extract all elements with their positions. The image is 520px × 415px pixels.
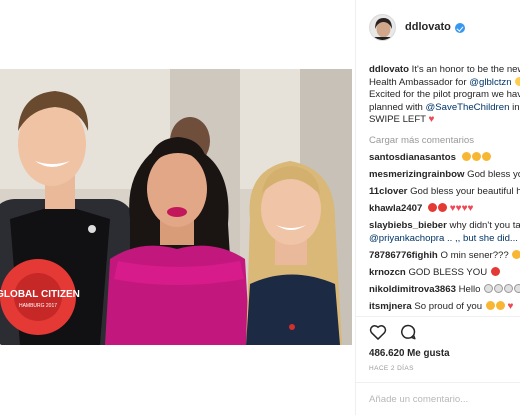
comment-item: santosdianasantos [369,151,520,164]
caption-mention-savethechildren[interactable]: @SaveTheChildren [426,102,510,113]
clapping-emoji-icon [461,151,471,161]
shirt-subtext: HAMBURG 2017 [19,303,57,309]
comment-text[interactable]: @priyankachopra .. ,, but she did... [369,233,518,244]
post-photo[interactable]: GLOBAL CITIZEN HAMBURG 2017 [0,69,352,345]
caption-line-3: Excited for the pilot program we hav [369,89,520,100]
caption-line-2: Health Ambassador for [369,76,470,88]
smiley-emoji-icon [504,283,514,293]
shirt-text: GLOBAL CITIZEN [0,289,80,300]
post-caption: ddlovato It's an honor to be the new Hea… [369,64,520,127]
avatar[interactable] [369,13,396,41]
post-media-panel: GLOBAL CITIZEN HAMBURG 2017 [0,0,355,415]
comment-text: God bless your beautiful he [410,185,520,197]
add-comment-input[interactable] [369,392,517,406]
comment-username[interactable]: slaybiebs_bieber [369,220,447,231]
caption-username[interactable]: ddlovato [369,64,409,75]
clapping-emoji-icon [481,151,491,161]
comment-text: Hello [458,283,481,295]
load-more-comments-button[interactable]: Cargar más comentarios [369,135,520,146]
crying-emoji-icon [485,300,495,310]
comment-item: itsmjnera So proud of you ♥ [369,300,520,313]
caption-line-5: SWIPE LEFT [369,114,426,125]
comment-item: 11clover God bless your beautiful he [369,186,520,198]
comment-username[interactable]: santosdianasantos [369,152,456,163]
caption-line-4: planned with [369,101,426,113]
thinking-emoji-icon [512,249,520,259]
comment-username[interactable]: 78786776fighih [369,250,438,261]
post-photo-image: GLOBAL CITIZEN HAMBURG 2017 [0,69,352,345]
comment-item: slaybiebs_bieber why didn't you tag [369,220,520,232]
caption-line-4-tail: in [509,101,520,113]
lips-emoji-icon [428,202,438,212]
comment-username[interactable]: itsmjnera [369,301,412,312]
comment-text: why didn't you tag [449,219,520,231]
comment-text: So proud of you [414,300,483,312]
post-timestamp: HACE 2 DÍAS [369,365,414,372]
post-header: ddlovato [356,0,520,54]
comment-item: 78786776fighih O min sener??? [369,249,520,262]
red-heart-icon: ♥ [467,202,474,214]
post-details-panel: ddlovato ddlovato It's an honor to be th… [355,0,520,415]
likes-count[interactable]: 486.620 Me gusta [369,348,450,359]
avatar-image [370,14,395,40]
heart-eyes-emoji-icon [495,300,505,310]
comment-text: GOD BLESS YOU [408,266,488,278]
comments-list[interactable]: ddlovato It's an honor to be the new Hea… [369,64,520,314]
comment-item: khawla2407 ♥♥♥♥ [369,202,520,215]
red-heart-icon: ♥ [428,114,435,125]
caption-line-1: It's an honor to be the new [411,64,520,75]
comment-username[interactable]: khawla2407 [369,203,422,214]
smiley-emoji-icon [484,283,494,293]
comment-username[interactable]: mesmerizingrainbow [369,169,464,180]
action-icons [368,322,418,342]
emoji-icon [515,76,520,86]
add-comment-section [356,382,520,415]
comment-username[interactable]: nikoldimitrova3863 [369,284,456,295]
post-author-username[interactable]: ddlovato [405,21,451,33]
heart-outline-icon[interactable] [368,322,388,342]
comment-bubble-icon[interactable] [398,322,418,342]
comment-continuation: @priyankachopra .. ,, but she did... [369,233,520,245]
clapping-emoji-icon [471,151,481,161]
comment-item: krnozcn GOD BLESS YOU [369,266,520,279]
comment-username[interactable]: krnozcn [369,267,406,278]
smiley-emoji-icon [494,283,504,293]
comment-username[interactable]: 11clover [369,186,407,197]
hearts-emoji-icon [490,266,500,276]
verified-badge-icon [454,23,465,33]
comment-item: nikoldimitrova3863 Hello [369,283,520,296]
lips-emoji-icon [438,202,448,212]
comment-text: God bless you [467,168,520,180]
comment-item: mesmerizingrainbow God bless you [369,169,520,181]
comment-text: O min sener??? [440,249,509,261]
red-heart-icon: ♥ [507,300,514,312]
caption-mention-glblctzn[interactable]: @glblctzn [469,77,511,88]
post-actions: 486.620 Me gusta HACE 2 DÍAS [356,316,520,415]
smiley-emoji-icon [514,283,520,293]
